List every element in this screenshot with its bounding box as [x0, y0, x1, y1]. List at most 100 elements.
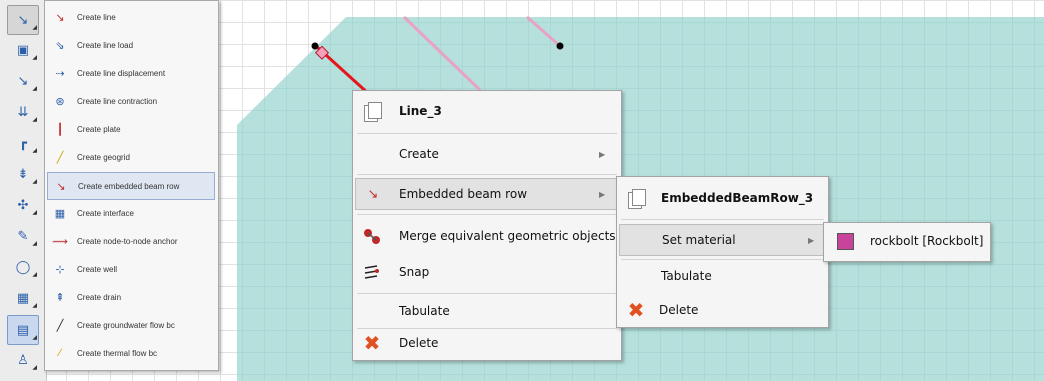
snap-icon — [361, 261, 383, 283]
expand-caret-icon: ◢ — [32, 147, 37, 154]
flyout-item-label: Create node-to-node anchor — [77, 236, 178, 246]
well-icon: ⊹ — [55, 263, 65, 276]
material-color-swatch — [834, 230, 856, 252]
line-tool-button[interactable]: ↘ ◢ — [7, 5, 39, 35]
submenu-arrow-icon: ▶ — [599, 190, 606, 199]
distributed-load-tool-icon: ⇟ — [17, 166, 29, 182]
submenu-arrow-icon: ▶ — [599, 150, 606, 159]
flyout-item-create-thermal-flow-bc[interactable]: ⁄ Create thermal flow bc — [47, 340, 215, 366]
expand-caret-icon: ◢ — [32, 178, 37, 185]
menu-item-label: Snap — [399, 265, 430, 279]
flyout-item-create-drain[interactable]: ⇞ Create drain — [47, 284, 215, 310]
interface-icon: ▦ — [54, 207, 66, 220]
distributed-load-tool-button[interactable]: ⇟ ◢ — [8, 160, 38, 188]
pencil-tool-button[interactable]: ✎ ◢ — [8, 222, 38, 250]
plate-icon: ┃ — [56, 123, 64, 136]
menu-separator — [357, 214, 617, 215]
menu-item-create[interactable]: Create ▶ — [355, 139, 619, 169]
flyout-item-create-plate[interactable]: ┃ Create plate — [47, 116, 215, 142]
expand-caret-icon: ◢ — [32, 116, 37, 123]
tunnel-tool-icon: ◯ — [15, 259, 31, 275]
submenu-header: EmbeddedBeamRow_3 — [619, 181, 826, 215]
drain-tool-icon: ▦ — [16, 290, 30, 306]
flyout-item-label: Create line contraction — [77, 96, 158, 106]
menu-separator — [621, 259, 824, 260]
flyout-item-label: Create interface — [77, 208, 134, 218]
structures-toolbar: ↘ ◢ ▣ ◢ ↘ ◢ ⇊ ◢ ┏ ◢ ⇟ ◢ ✣ ◢ ✎ ◢ ◯ ◢ ▦ ◢ ▤ ◢ ♙ ◢ — [0, 0, 47, 381]
flow-tool-button[interactable]: ♙ ◢ — [8, 346, 38, 374]
flyout-item-create-embedded-beam-row[interactable]: ↘ Create embedded beam row — [47, 172, 215, 200]
flyout-item-label: Create thermal flow bc — [77, 348, 158, 358]
menu-item-label: Tabulate — [399, 304, 450, 318]
flyout-item-create-well[interactable]: ⊹ Create well — [47, 256, 215, 282]
menu-item-label: Embedded beam row — [399, 187, 528, 201]
menu-item-label: Delete — [399, 336, 439, 350]
flyout-item-create-geogrid[interactable]: ╱ Create geogrid — [47, 144, 215, 170]
flyout-item-label: Create groundwater flow bc — [77, 320, 175, 330]
displacement-tool-button[interactable]: ✣ ◢ — [8, 191, 38, 219]
menu-item-label: Delete — [659, 303, 699, 317]
flyout-item-label: Create line — [77, 12, 116, 22]
flyout-item-create-line-contraction[interactable]: ⊛ Create line contraction — [47, 88, 215, 114]
point-load-tool-icon: ↘ — [17, 73, 29, 89]
menu-item-delete[interactable]: ✖ Delete — [619, 296, 826, 324]
menu-item-label: rockbolt [Rockbolt] — [870, 234, 984, 248]
document-icon — [361, 100, 383, 122]
delete-icon: ✖ — [627, 298, 645, 322]
flyout-item-create-line-displacement[interactable]: ⇢ Create line displacement — [47, 60, 215, 86]
menu-separator — [357, 174, 617, 175]
menu-item-embedded-beam-row[interactable]: ↘ Embedded beam row ▶ — [355, 178, 619, 210]
expand-caret-icon: ◢ — [32, 85, 37, 92]
expand-caret-icon: ◢ — [32, 271, 37, 278]
submenu-arrow-icon: ▶ — [808, 236, 815, 245]
menu-item-label: Tabulate — [661, 269, 712, 283]
geometry-point[interactable] — [556, 42, 564, 50]
line-contraction-icon: ⊛ — [55, 95, 65, 108]
menu-item-label: Create — [399, 147, 439, 161]
geogrid-icon: ╱ — [56, 151, 64, 164]
thermal-flow-bc-icon: ⁄ — [59, 347, 61, 359]
tunnel-tool-button[interactable]: ◯ ◢ — [8, 253, 38, 281]
flyout-item-create-node-to-node-anchor[interactable]: ⟿ Create node-to-node anchor — [47, 228, 215, 254]
material-item-rockbolt[interactable]: rockbolt [Rockbolt] — [826, 226, 988, 256]
soil-polygon-tool-button[interactable]: ▣ ◢ — [8, 36, 38, 64]
expand-caret-icon: ◢ — [32, 209, 37, 216]
point-load-tool-button[interactable]: ↘ ◢ — [8, 67, 38, 95]
menu-item-snap[interactable]: Snap — [355, 257, 619, 287]
menu-item-merge-equivalent[interactable]: Merge equivalent geometric objects — [355, 221, 619, 251]
context-menu-title: Line_3 — [399, 104, 442, 118]
menu-separator — [621, 219, 824, 220]
flyout-item-create-line-load[interactable]: ⇘ Create line load — [47, 32, 215, 58]
menu-item-tabulate[interactable]: Tabulate — [355, 297, 619, 325]
line-load-icon: ⇘ — [55, 39, 65, 52]
line-tool-icon: ↘ — [17, 12, 29, 28]
menu-item-tabulate[interactable]: Tabulate — [619, 261, 826, 291]
plate-tool-icon: ┏ — [19, 135, 27, 151]
flyout-item-label: Create geogrid — [77, 152, 130, 162]
plate-tool-button[interactable]: ┏ ◢ — [8, 129, 38, 157]
table-tool-icon: ▤ — [16, 322, 30, 338]
menu-item-label: Set material — [662, 233, 736, 247]
flyout-item-create-groundwater-flow-bc[interactable]: ╱ Create groundwater flow bc — [47, 312, 215, 338]
soil-polygon-tool-icon: ▣ — [16, 42, 30, 58]
submenu-title: EmbeddedBeamRow_3 — [661, 191, 814, 205]
flyout-item-label: Create well — [77, 264, 118, 274]
flyout-item-label: Create embedded beam row — [78, 181, 180, 191]
geometry-point[interactable] — [311, 42, 319, 50]
material-submenu: rockbolt [Rockbolt] — [823, 222, 991, 262]
line-load-tool-button[interactable]: ⇊ ◢ — [8, 98, 38, 126]
expand-caret-icon: ◢ — [32, 364, 37, 371]
document-icon — [625, 187, 647, 209]
embedded-beam-row-icon: ↘ — [56, 180, 66, 193]
flyout-item-label: Create line displacement — [77, 68, 166, 78]
menu-item-set-material[interactable]: Set material ▶ — [619, 224, 826, 256]
menu-item-delete[interactable]: ✖ Delete — [355, 329, 619, 357]
displacement-tool-icon: ✣ — [17, 197, 29, 213]
context-menu-line-3: Line_3 Create ▶ ↘ Embedded beam row ▶ Me… — [352, 90, 622, 361]
drain-tool-button[interactable]: ▦ ◢ — [8, 284, 38, 312]
embedded-beam-row-submenu: EmbeddedBeamRow_3 Set material ▶ Tabulat… — [616, 176, 829, 328]
flyout-item-create-line[interactable]: ↘ Create line — [47, 4, 215, 30]
flyout-item-create-interface[interactable]: ▦ Create interface — [47, 200, 215, 226]
anchor-icon: ⟿ — [52, 235, 68, 248]
table-tool-button[interactable]: ▤ ◢ — [7, 315, 39, 345]
